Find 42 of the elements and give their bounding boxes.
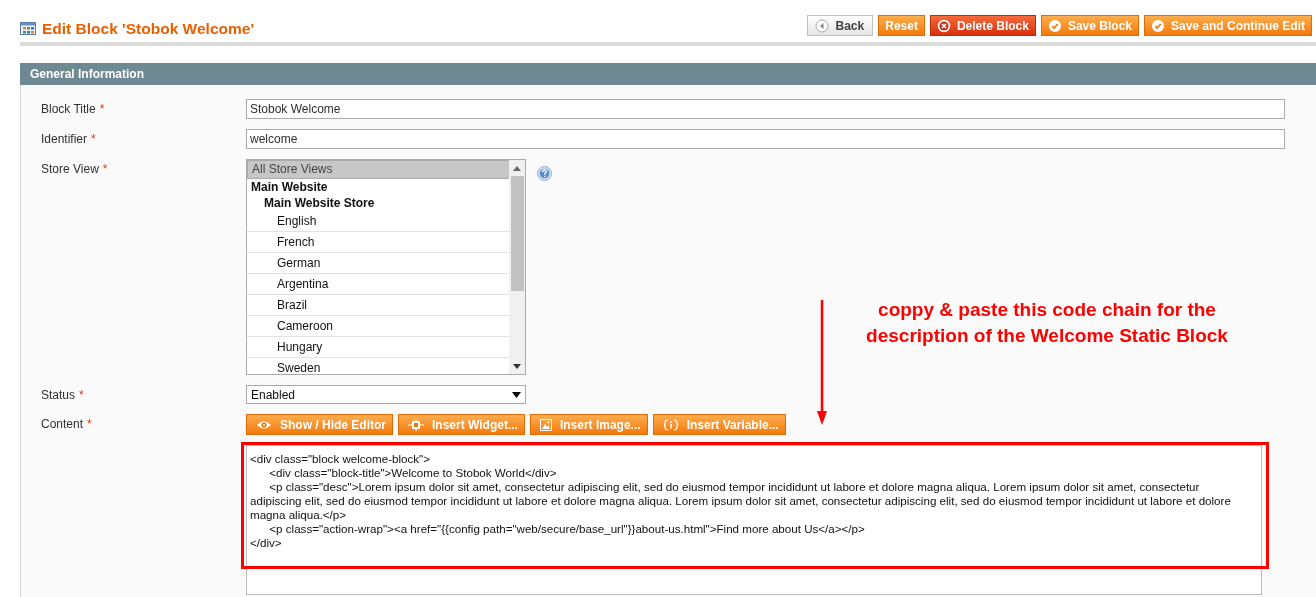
required-mark: * [87, 417, 92, 431]
required-mark: * [79, 388, 84, 402]
back-icon [814, 18, 829, 33]
field-label: Store View [41, 162, 99, 176]
required-mark: * [102, 162, 108, 176]
input-field[interactable]: Stobok Welcome [246, 99, 1285, 119]
list-option[interactable]: Cameroon [247, 316, 509, 337]
list-option[interactable]: German [247, 253, 509, 274]
image-icon [539, 418, 552, 431]
list-option[interactable]: Argentina [247, 274, 509, 295]
dropdown-arrow-icon [512, 391, 521, 398]
widget-icon [408, 418, 424, 431]
list-option[interactable]: French [247, 232, 509, 253]
field-label: Content [41, 417, 84, 431]
list-option[interactable]: Hungary [247, 337, 509, 358]
up-arrow-icon [512, 164, 522, 172]
annotation-text: coppy & paste this code chain for the description of the Welcome Static Block [865, 298, 1229, 348]
required-mark: * [91, 132, 96, 146]
back-button[interactable]: Back [806, 15, 874, 36]
scrollbar[interactable] [509, 160, 525, 374]
list-option[interactable]: Brazil [247, 295, 509, 316]
checkmark-icon [1151, 18, 1165, 33]
down-arrow-icon [512, 363, 522, 371]
input-field[interactable]: welcome [246, 129, 1285, 149]
field-label: Identifier [41, 132, 88, 146]
status-dropdown[interactable]: Enabled [246, 385, 526, 404]
option-group-label: Main Website [250, 179, 329, 195]
delete-button[interactable]: Delete Block [929, 15, 1036, 36]
close-icon [936, 18, 951, 33]
code-textarea[interactable]: <div class="block welcome-block"> <div class="block-title">Welcome to Stobok World</div> <p class="desc">Lorem ipsum dolor sit amet, consectetur adipiscing elit, sed do eiusmod tempor incididunt ut labore et dolore magna aliqua. Lorem ipsum dolor sit amet, consectetur adipiscing elit, sed do eiusmod tempor incididunt ut labore et dolore magna aliqua. Lorem ipsum dolor sit amet, consectetur adipiscing elit, sed do eiusmod tempor incididunt ut labore et dolore magna aliqua.</p> <p class="action-wrap"><a href="{{config path="web/secure/base_url"}}about-us.html">Find more about Us</a></p> </div> [246, 445, 1262, 595]
checkmark-icon [1047, 18, 1062, 33]
field-label: Block Title [41, 102, 96, 116]
store-view-listbox[interactable]: All Store Views Main Website Main Website Store English French German Argentina Brazil Cameroon Hungary Sweden [246, 159, 526, 375]
list-option[interactable]: English [247, 211, 509, 232]
grid-icon [20, 22, 36, 35]
list-option[interactable]: All Store Views [247, 160, 509, 179]
section-header: General Information [20, 63, 1316, 85]
variable-icon [662, 418, 679, 431]
page-title: Edit Block 'Stobok Welcome' [42, 19, 255, 38]
field-label: Status [41, 388, 76, 402]
required-mark: * [99, 102, 105, 116]
option-group-label: Main Website Store [263, 195, 376, 211]
